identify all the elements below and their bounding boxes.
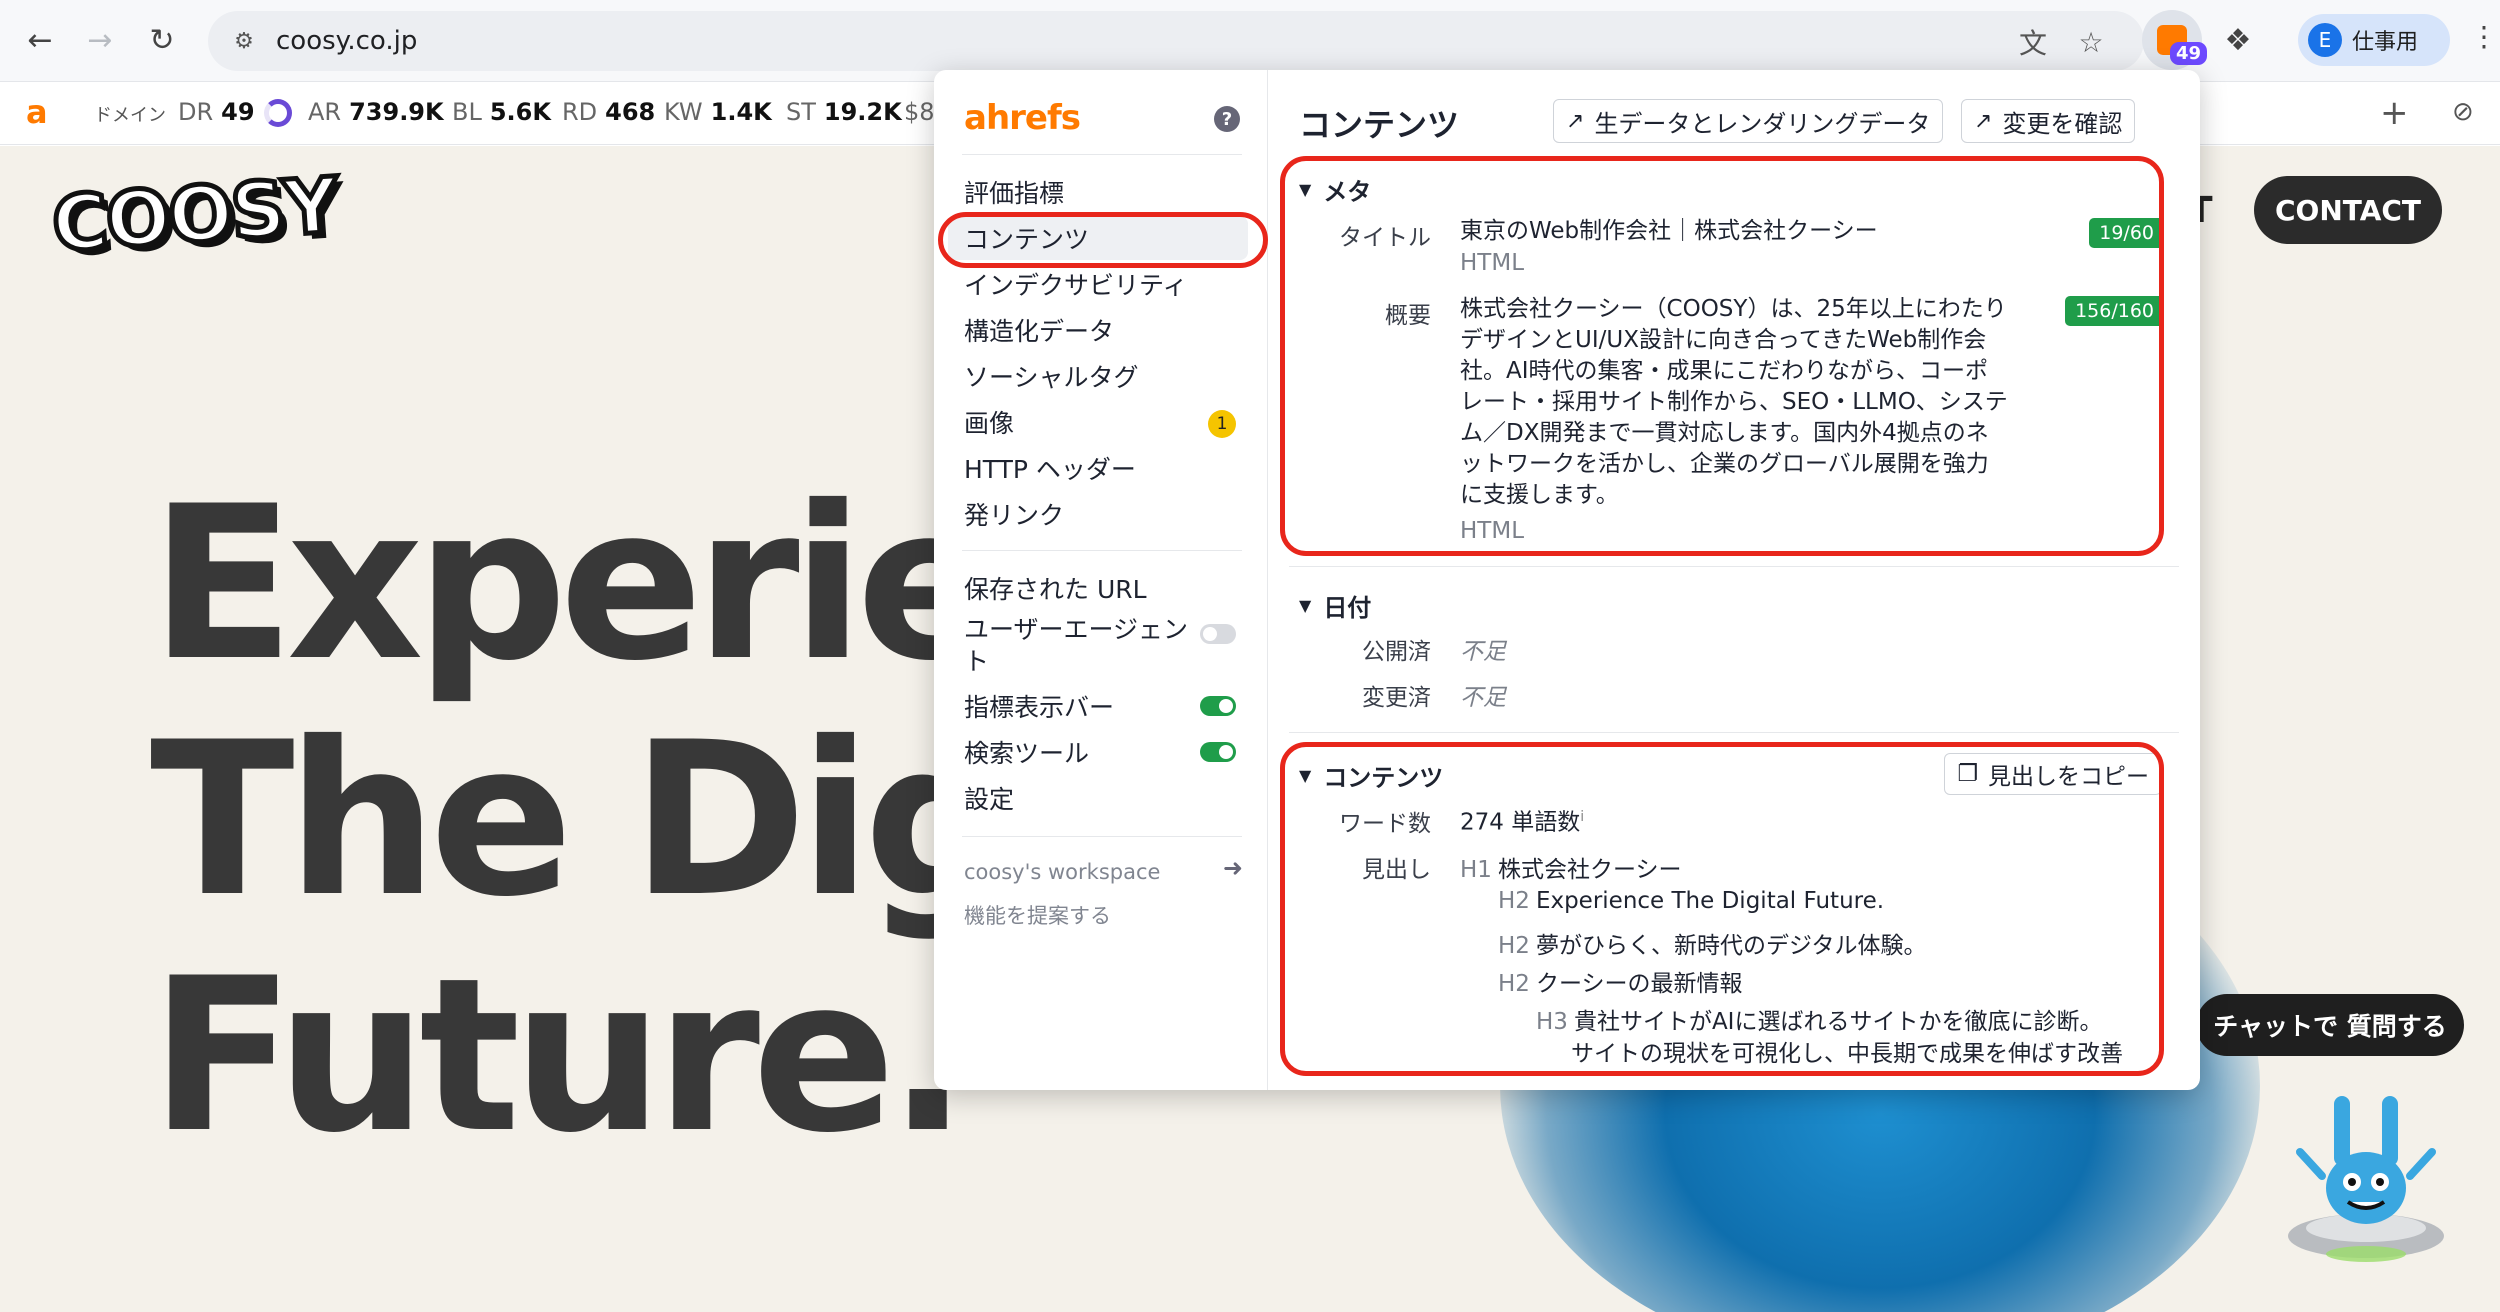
ahrefs-logo-text: ahrefs [964,98,1081,138]
browser-menu-icon[interactable]: ⋮ [2470,20,2498,53]
search-tools-toggle[interactable] [1200,742,1236,762]
raw-rendered-data-button[interactable]: ↗ 生データとレンダリングデータ [1553,99,1944,143]
metric-bl[interactable]: BL 5.6K [452,98,551,126]
sidebar-item-indexability[interactable]: インデクサビリティ [964,262,1248,306]
divider [1289,732,2179,733]
check-changes-button[interactable]: ↗ 変更を確認 [1961,99,2136,143]
highlight-sidebar-content [938,212,1268,268]
sidebar-item-structured-data[interactable]: 構造化データ [964,308,1248,352]
metric-ar[interactable]: AR 739.9K [308,98,444,126]
divider [962,836,1242,837]
metric-dr[interactable]: DR 49 [178,98,255,126]
dr-ring-icon [264,99,292,127]
sidebar-item-metrics[interactable]: 評価指標 [964,170,1248,214]
published-label: 公開済 [1362,639,1431,665]
modified-value: 不足 [1460,685,1506,711]
external-link-icon: ↗ [1566,108,1585,134]
section-dates-toggle[interactable]: ▼ 日付 [1299,588,1371,623]
extensions-puzzle-icon[interactable]: ❖ [2208,10,2268,70]
sidebar-item-outlinks[interactable]: 発リンク [964,492,1248,536]
modified-label: 変更済 [1362,685,1431,711]
chat-button[interactable]: チャットで 質問する [2196,994,2464,1056]
site-settings-icon[interactable]: ⚙ [228,25,260,57]
metric-rd[interactable]: RD 468 [562,98,655,126]
sidebar-item-settings[interactable]: 設定 [964,776,1248,820]
metrics-bar-toggle[interactable] [1200,696,1236,716]
domain-label: ドメイン [94,105,166,126]
suggest-feature-link[interactable]: 機能を提案する [964,900,1111,930]
highlight-meta-section [1280,156,2164,556]
metric-traffic-value[interactable]: $8 [904,98,935,126]
page-title: コンテンツ [1299,106,1460,144]
sidebar-item-images[interactable]: 画像 1 [964,400,1248,444]
address-bar[interactable]: ⚙ coosy.co.jp 文 ☆ [208,11,2144,71]
divider [1289,566,2179,567]
translate-icon[interactable]: 文 [2016,25,2050,60]
profile-label: 仕事用 [2352,30,2419,55]
divider [962,550,1242,551]
user-agent-toggle[interactable] [1200,624,1236,644]
contact-button[interactable]: CONTACT [2254,176,2442,244]
avatar: E [2308,23,2342,57]
metric-kw[interactable]: KW 1.4K [664,98,772,126]
block-icon[interactable]: ⊘ [2452,97,2474,127]
metric-st[interactable]: ST 19.2K [786,98,902,126]
sidebar-item-search-tools[interactable]: 検索ツール [964,730,1248,774]
forward-icon[interactable]: → [78,18,122,62]
ahrefs-extension-button[interactable]: 49 [2142,10,2208,70]
sidebar-item-user-agent[interactable]: ユーザーエージェント [964,608,1248,680]
published-value: 不足 [1460,639,1506,665]
external-link-icon: ↗ [1974,108,1993,134]
sidebar-item-saved-urls[interactable]: 保存された URL [964,566,1248,610]
triangle-down-icon: ▼ [1299,596,1312,615]
logout-icon[interactable]: ➜ [1223,854,1243,882]
bookmark-star-icon[interactable]: ☆ [2074,25,2108,59]
profile-chip[interactable]: E 仕事用 [2298,14,2450,66]
divider [962,154,1242,155]
coosy-logo[interactable]: COOSY [47,158,342,272]
back-icon[interactable]: ← [18,18,62,62]
ufo-rabbit-mascot-icon[interactable] [2276,1076,2456,1276]
reload-icon[interactable]: ↻ [140,18,184,62]
ahrefs-a-logo-icon[interactable]: a [26,95,56,129]
sidebar-item-social-tags[interactable]: ソーシャルタグ [964,354,1248,398]
plus-icon[interactable]: + [2380,93,2409,133]
url-text[interactable]: coosy.co.jp [276,26,417,56]
sidebar-item-metrics-bar[interactable]: 指標表示バー [964,684,1248,728]
workspace-name: coosy's workspace [964,860,1161,884]
help-icon[interactable]: ? [1214,106,1240,132]
ahrefs-logo: ahrefs [964,98,1081,138]
images-count-badge: 1 [1208,410,1236,438]
highlight-content-section [1280,742,2164,1076]
ahrefs-extension-badge: 49 [2170,42,2208,65]
sidebar-item-http-headers[interactable]: HTTP ヘッダー [964,446,1248,490]
